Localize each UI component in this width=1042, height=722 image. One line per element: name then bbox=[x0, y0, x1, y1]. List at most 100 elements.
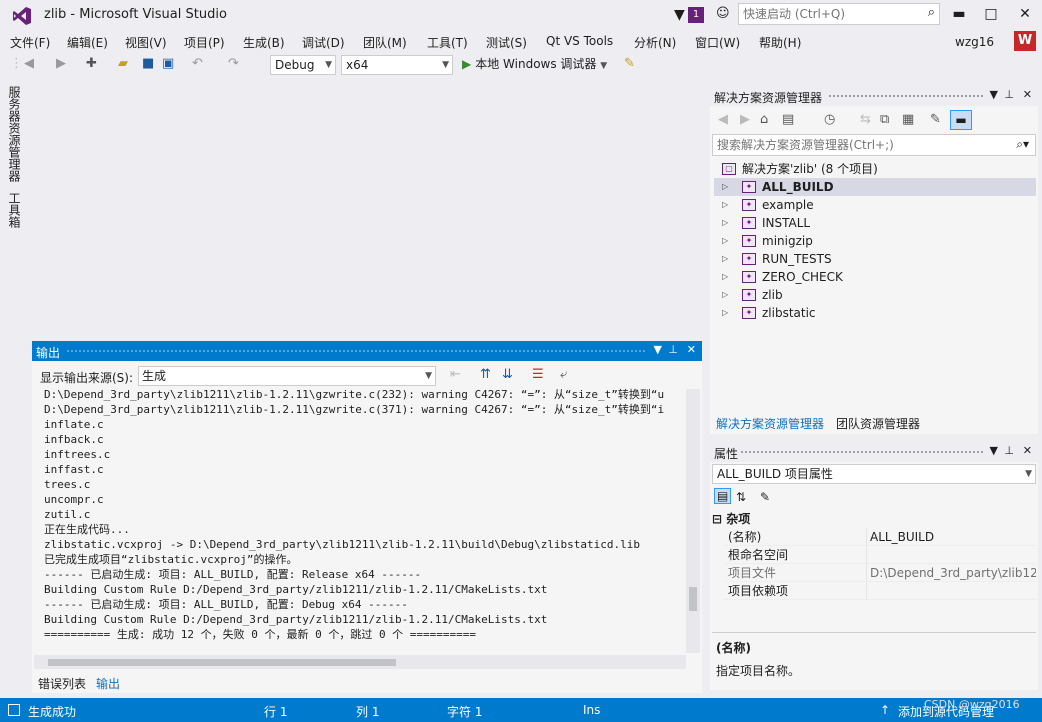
project-node-example[interactable]: ▷ ✦ example bbox=[714, 196, 1036, 214]
drag-grip[interactable] bbox=[828, 94, 984, 99]
project-node-install[interactable]: ▷ ✦ INSTALL bbox=[714, 214, 1036, 232]
tab-output[interactable]: 输出 bbox=[92, 675, 125, 693]
pin-icon[interactable]: ⊥ bbox=[1004, 88, 1014, 101]
feedback-icon[interactable]: ☺ bbox=[716, 6, 730, 21]
output-source-select[interactable]: 生成 ▼ bbox=[138, 366, 436, 386]
project-node-zlibstatic[interactable]: ▷ ✦ zlibstatic bbox=[714, 304, 1036, 322]
project-node-zero-check[interactable]: ▷ ✦ ZERO_CHECK bbox=[714, 268, 1036, 286]
expand-icon[interactable]: ▷ bbox=[722, 196, 728, 214]
menu-project[interactable]: 项目(P) bbox=[184, 34, 225, 51]
solution-search[interactable]: ⌕▾ bbox=[712, 134, 1036, 156]
home-icon[interactable]: ⌂ bbox=[760, 112, 768, 127]
back-icon[interactable]: ◀ bbox=[718, 112, 728, 127]
notifications-button[interactable]: ▼ 1 bbox=[674, 5, 710, 25]
project-node-run-tests[interactable]: ▷ ✦ RUN_TESTS bbox=[714, 250, 1036, 268]
property-value[interactable]: ALL_BUILD bbox=[870, 528, 1036, 546]
solution-node[interactable]: ▢ 解决方案'zlib' (8 个项目) bbox=[714, 160, 1036, 178]
menu-analyze[interactable]: 分析(N) bbox=[634, 34, 676, 51]
pin-icon[interactable]: ⊥ bbox=[1004, 444, 1014, 457]
close-button[interactable]: ✕ bbox=[1010, 4, 1040, 24]
property-row-root-namespace[interactable]: 根命名空间 bbox=[724, 546, 1036, 564]
quick-launch-input[interactable] bbox=[739, 4, 909, 24]
project-node-zlib[interactable]: ▷ ✦ zlib bbox=[714, 286, 1036, 304]
property-row-dependencies[interactable]: 项目依赖项 bbox=[724, 582, 1036, 600]
forward-icon[interactable]: ▶ bbox=[740, 112, 750, 127]
collapse-icon[interactable]: ⊟ bbox=[712, 512, 722, 526]
user-name[interactable]: wzg16 bbox=[955, 35, 994, 49]
tab-error-list[interactable]: 错误列表 bbox=[34, 675, 90, 693]
user-avatar[interactable]: W bbox=[1014, 31, 1036, 51]
preview-selected-icon[interactable]: ▬ bbox=[950, 110, 972, 130]
menu-window[interactable]: 窗口(W) bbox=[695, 34, 740, 51]
property-row-name[interactable]: (名称) ALL_BUILD bbox=[724, 528, 1036, 546]
dropdown-icon[interactable]: ▼ bbox=[990, 88, 998, 101]
tab-toolbox[interactable]: 工具箱 bbox=[6, 192, 23, 228]
output-horizontal-scrollbar[interactable] bbox=[34, 655, 686, 669]
find-in-files-icon[interactable]: ✎ bbox=[624, 56, 635, 71]
dropdown-icon[interactable]: ▼ bbox=[654, 343, 662, 356]
next-message-icon[interactable]: ⇊ bbox=[502, 367, 513, 382]
expand-icon[interactable]: ▷ bbox=[722, 304, 728, 322]
solution-search-input[interactable] bbox=[713, 135, 1003, 155]
close-icon[interactable]: ✕ bbox=[687, 343, 696, 356]
quick-launch[interactable]: ⌕ bbox=[738, 3, 940, 25]
menu-test[interactable]: 测试(S) bbox=[486, 34, 527, 51]
properties-wrench-icon[interactable]: ✎ bbox=[930, 112, 941, 127]
dropdown-icon[interactable]: ▼ bbox=[990, 444, 998, 457]
tab-server-explorer[interactable]: 服务器资源管理器 bbox=[6, 86, 23, 182]
menu-help[interactable]: 帮助(H) bbox=[759, 34, 801, 51]
categorized-icon[interactable]: ▤ bbox=[714, 488, 732, 504]
sync-icon[interactable]: ⇆ bbox=[860, 112, 871, 127]
tab-team-explorer[interactable]: 团队资源管理器 bbox=[832, 414, 924, 434]
drag-grip[interactable] bbox=[740, 450, 984, 455]
output-text[interactable]: D:\Depend_3rd_party\zlib1211\zlib-1.2.11… bbox=[34, 387, 684, 653]
property-category[interactable]: ⊟ 杂项 bbox=[712, 510, 750, 527]
menu-build[interactable]: 生成(B) bbox=[243, 34, 285, 51]
minimize-button[interactable]: ▬ bbox=[944, 4, 974, 24]
clear-all-icon[interactable]: ☰ bbox=[532, 367, 544, 382]
new-project-icon[interactable]: ✚ bbox=[86, 56, 97, 71]
menu-qt-vs-tools[interactable]: Qt VS Tools bbox=[546, 34, 613, 48]
expand-icon[interactable]: ▷ bbox=[722, 178, 728, 196]
close-icon[interactable]: ✕ bbox=[1023, 88, 1032, 101]
open-file-icon[interactable]: ▰ bbox=[118, 56, 128, 71]
maximize-button[interactable]: □ bbox=[976, 4, 1006, 24]
save-all-icon[interactable]: ▣ bbox=[162, 56, 174, 71]
scroll-thumb[interactable] bbox=[689, 587, 697, 611]
project-node-all-build[interactable]: ▷ ✦ ALL_BUILD bbox=[714, 178, 1036, 196]
show-all-files-icon[interactable]: ▦ bbox=[902, 112, 914, 127]
properties-object-select[interactable]: ALL_BUILD 项目属性 ▼ bbox=[712, 464, 1036, 484]
find-message-icon[interactable]: ⇤ bbox=[450, 367, 461, 382]
collapse-all-icon[interactable]: ⧉ bbox=[880, 112, 889, 127]
output-vertical-scrollbar[interactable] bbox=[686, 389, 700, 653]
expand-icon[interactable]: ▷ bbox=[722, 232, 728, 250]
tab-solution-explorer[interactable]: 解决方案资源管理器 bbox=[712, 414, 829, 434]
expand-icon[interactable]: ▷ bbox=[722, 214, 728, 232]
prev-message-icon[interactable]: ⇈ bbox=[480, 367, 491, 382]
property-pages-icon[interactable]: ✎ bbox=[760, 490, 770, 504]
property-value[interactable]: D:\Depend_3rd_party\zlib12 bbox=[870, 564, 1036, 582]
project-node-minigzip[interactable]: ▷ ✦ minigzip bbox=[714, 232, 1036, 250]
scroll-thumb[interactable] bbox=[48, 659, 396, 666]
expand-icon[interactable]: ▷ bbox=[722, 250, 728, 268]
expand-icon[interactable]: ▷ bbox=[722, 286, 728, 304]
menu-view[interactable]: 视图(V) bbox=[125, 34, 167, 51]
property-row-project-file[interactable]: 项目文件 D:\Depend_3rd_party\zlib12 bbox=[724, 564, 1036, 582]
menu-tools[interactable]: 工具(T) bbox=[427, 34, 468, 51]
word-wrap-icon[interactable]: ⤶ bbox=[560, 367, 567, 382]
start-debugging-button[interactable]: ▶ 本地 Windows 调试器 ▼ bbox=[462, 55, 607, 72]
undo-icon[interactable]: ↶ bbox=[192, 56, 203, 71]
save-icon[interactable]: ■ bbox=[142, 56, 154, 71]
drag-grip[interactable] bbox=[66, 349, 646, 354]
menu-edit[interactable]: 编辑(E) bbox=[67, 34, 108, 51]
menu-team[interactable]: 团队(M) bbox=[363, 34, 407, 51]
alphabetical-icon[interactable]: ⇅ bbox=[736, 490, 746, 504]
configuration-select[interactable]: Debug ▼ bbox=[270, 55, 336, 75]
pin-icon[interactable]: ⊥ bbox=[668, 343, 678, 356]
expand-icon[interactable]: ▷ bbox=[722, 268, 728, 286]
redo-icon[interactable]: ↷ bbox=[228, 56, 239, 71]
forward-icon[interactable]: ▶ bbox=[56, 56, 66, 71]
close-icon[interactable]: ✕ bbox=[1023, 444, 1032, 457]
menu-debug[interactable]: 调试(D) bbox=[302, 34, 345, 51]
pending-changes-icon[interactable]: ◷ bbox=[824, 112, 835, 127]
